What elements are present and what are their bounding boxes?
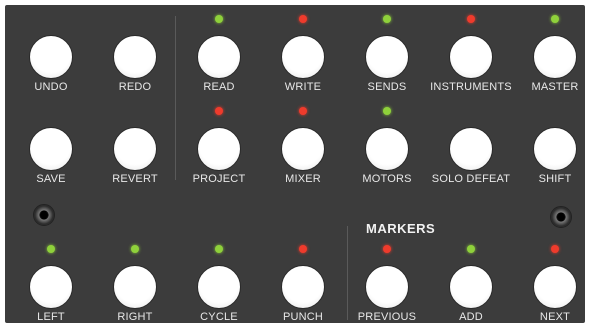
save-button[interactable] bbox=[29, 127, 73, 171]
punch-button[interactable] bbox=[281, 265, 325, 309]
mounting-screw-left bbox=[33, 204, 55, 226]
solo-defeat-button[interactable] bbox=[449, 127, 493, 171]
master-label: MASTER bbox=[531, 81, 579, 93]
instruments-button[interactable] bbox=[449, 35, 493, 79]
previous-led bbox=[383, 245, 391, 253]
shift-button[interactable] bbox=[533, 127, 577, 171]
redo-button[interactable] bbox=[113, 35, 157, 79]
next-button[interactable] bbox=[533, 265, 577, 309]
instruments-led bbox=[467, 15, 475, 23]
read-led bbox=[215, 15, 223, 23]
next-led bbox=[551, 245, 559, 253]
punch-led bbox=[299, 245, 307, 253]
read-button[interactable] bbox=[197, 35, 241, 79]
write-led bbox=[299, 15, 307, 23]
master-led bbox=[551, 15, 559, 23]
undo-button[interactable] bbox=[29, 35, 73, 79]
next-label: NEXT bbox=[539, 311, 571, 323]
mounting-screw-right bbox=[550, 206, 572, 228]
master-button[interactable] bbox=[533, 35, 577, 79]
motors-button[interactable] bbox=[365, 127, 409, 171]
project-led bbox=[215, 107, 223, 115]
sends-led bbox=[383, 15, 391, 23]
vertical-divider-markers bbox=[347, 226, 348, 320]
add-button[interactable] bbox=[449, 265, 493, 309]
mixer-led bbox=[299, 107, 307, 115]
cycle-button[interactable] bbox=[197, 265, 241, 309]
revert-button[interactable] bbox=[113, 127, 157, 171]
markers-section-title: MARKERS bbox=[366, 221, 436, 236]
left-led bbox=[47, 245, 55, 253]
mixer-button[interactable] bbox=[281, 127, 325, 171]
shift-label: SHIFT bbox=[538, 173, 572, 185]
sends-button[interactable] bbox=[365, 35, 409, 79]
right-button[interactable] bbox=[113, 265, 157, 309]
write-button[interactable] bbox=[281, 35, 325, 79]
project-button[interactable] bbox=[197, 127, 241, 171]
add-led bbox=[467, 245, 475, 253]
left-button[interactable] bbox=[29, 265, 73, 309]
previous-button[interactable] bbox=[365, 265, 409, 309]
motors-led bbox=[383, 107, 391, 115]
vertical-divider-top bbox=[175, 16, 176, 180]
cycle-led bbox=[215, 245, 223, 253]
right-led bbox=[131, 245, 139, 253]
